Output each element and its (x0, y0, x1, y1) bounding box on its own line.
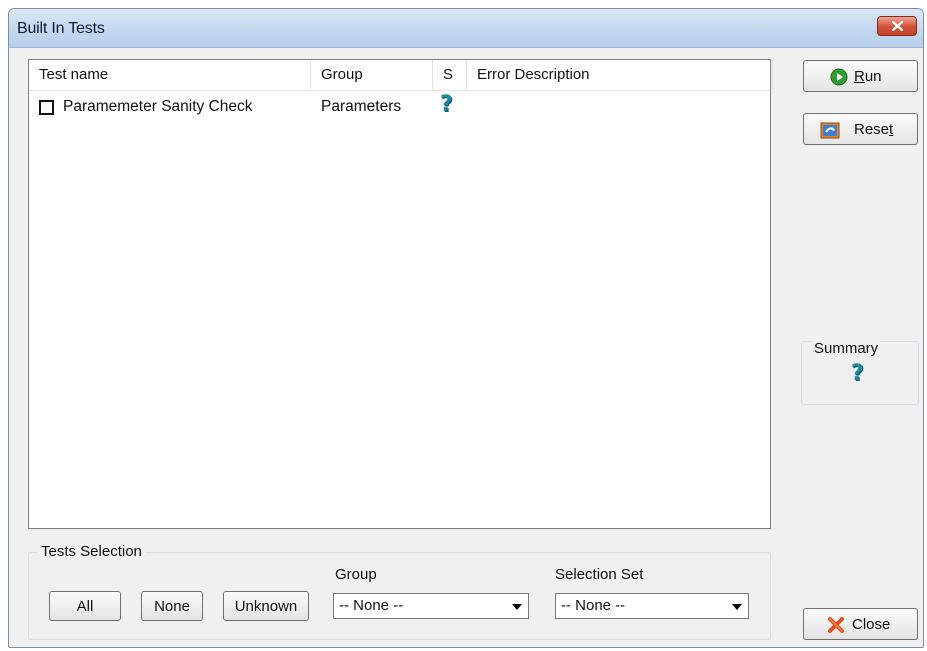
column-header-error-description[interactable]: Error Description (467, 60, 773, 90)
test-group: Parameters (321, 98, 402, 115)
close-button[interactable]: Close (803, 608, 918, 640)
window-title: Built In Tests (17, 20, 105, 37)
group-field-label: Group (335, 566, 377, 583)
tests-list[interactable]: Test name Group S Error Description Para… (28, 59, 773, 529)
reset-label: Rese t (854, 120, 894, 138)
selection-set-dropdown-value: -- None -- (561, 597, 626, 614)
test-row[interactable]: Paramemeter Sanity Check Parameters ? (29, 92, 770, 121)
selection-set-dropdown[interactable]: -- None -- (555, 593, 749, 619)
close-x-icon (828, 617, 844, 633)
reset-button[interactable]: Rese t (803, 113, 918, 145)
group-dropdown[interactable]: -- None -- (333, 593, 529, 619)
selection-set-field-label: Selection Set (555, 566, 644, 583)
play-icon (830, 68, 848, 86)
close-label: Close (852, 615, 891, 633)
tests-selection-label: Tests Selection (38, 543, 145, 560)
summary-status-icon: ? (851, 361, 864, 386)
run-button[interactable]: Run (803, 60, 918, 92)
select-unknown-button[interactable]: Unknown (223, 591, 309, 621)
select-all-button[interactable]: All (49, 591, 121, 621)
group-dropdown-value: -- None -- (339, 597, 404, 614)
run-label: Run (854, 67, 882, 85)
reset-icon (820, 122, 840, 139)
title-bar[interactable]: Built In Tests (9, 9, 923, 48)
status-unknown-icon: ? (440, 92, 453, 117)
select-none-button[interactable]: None (141, 591, 203, 621)
column-header-test-name[interactable]: Test name (29, 60, 311, 90)
summary-label: Summary (812, 340, 881, 357)
chevron-down-icon (732, 604, 742, 610)
select-unknown-label: Unknown (234, 597, 298, 615)
test-name: Paramemeter Sanity Check (63, 98, 253, 115)
chevron-down-icon (512, 604, 522, 610)
test-checkbox[interactable] (39, 100, 54, 115)
close-icon (892, 21, 903, 31)
summary-box: Summary ? (801, 340, 919, 405)
select-none-label: None (154, 597, 190, 615)
column-header-group[interactable]: Group (311, 60, 433, 90)
built-in-tests-window: Built In Tests Test name Group S Error D… (8, 8, 924, 648)
window-close-button[interactable] (877, 16, 917, 36)
select-all-label: All (76, 597, 94, 615)
tests-list-header: Test name Group S Error Description (29, 60, 773, 91)
column-header-status[interactable]: S (433, 60, 467, 90)
